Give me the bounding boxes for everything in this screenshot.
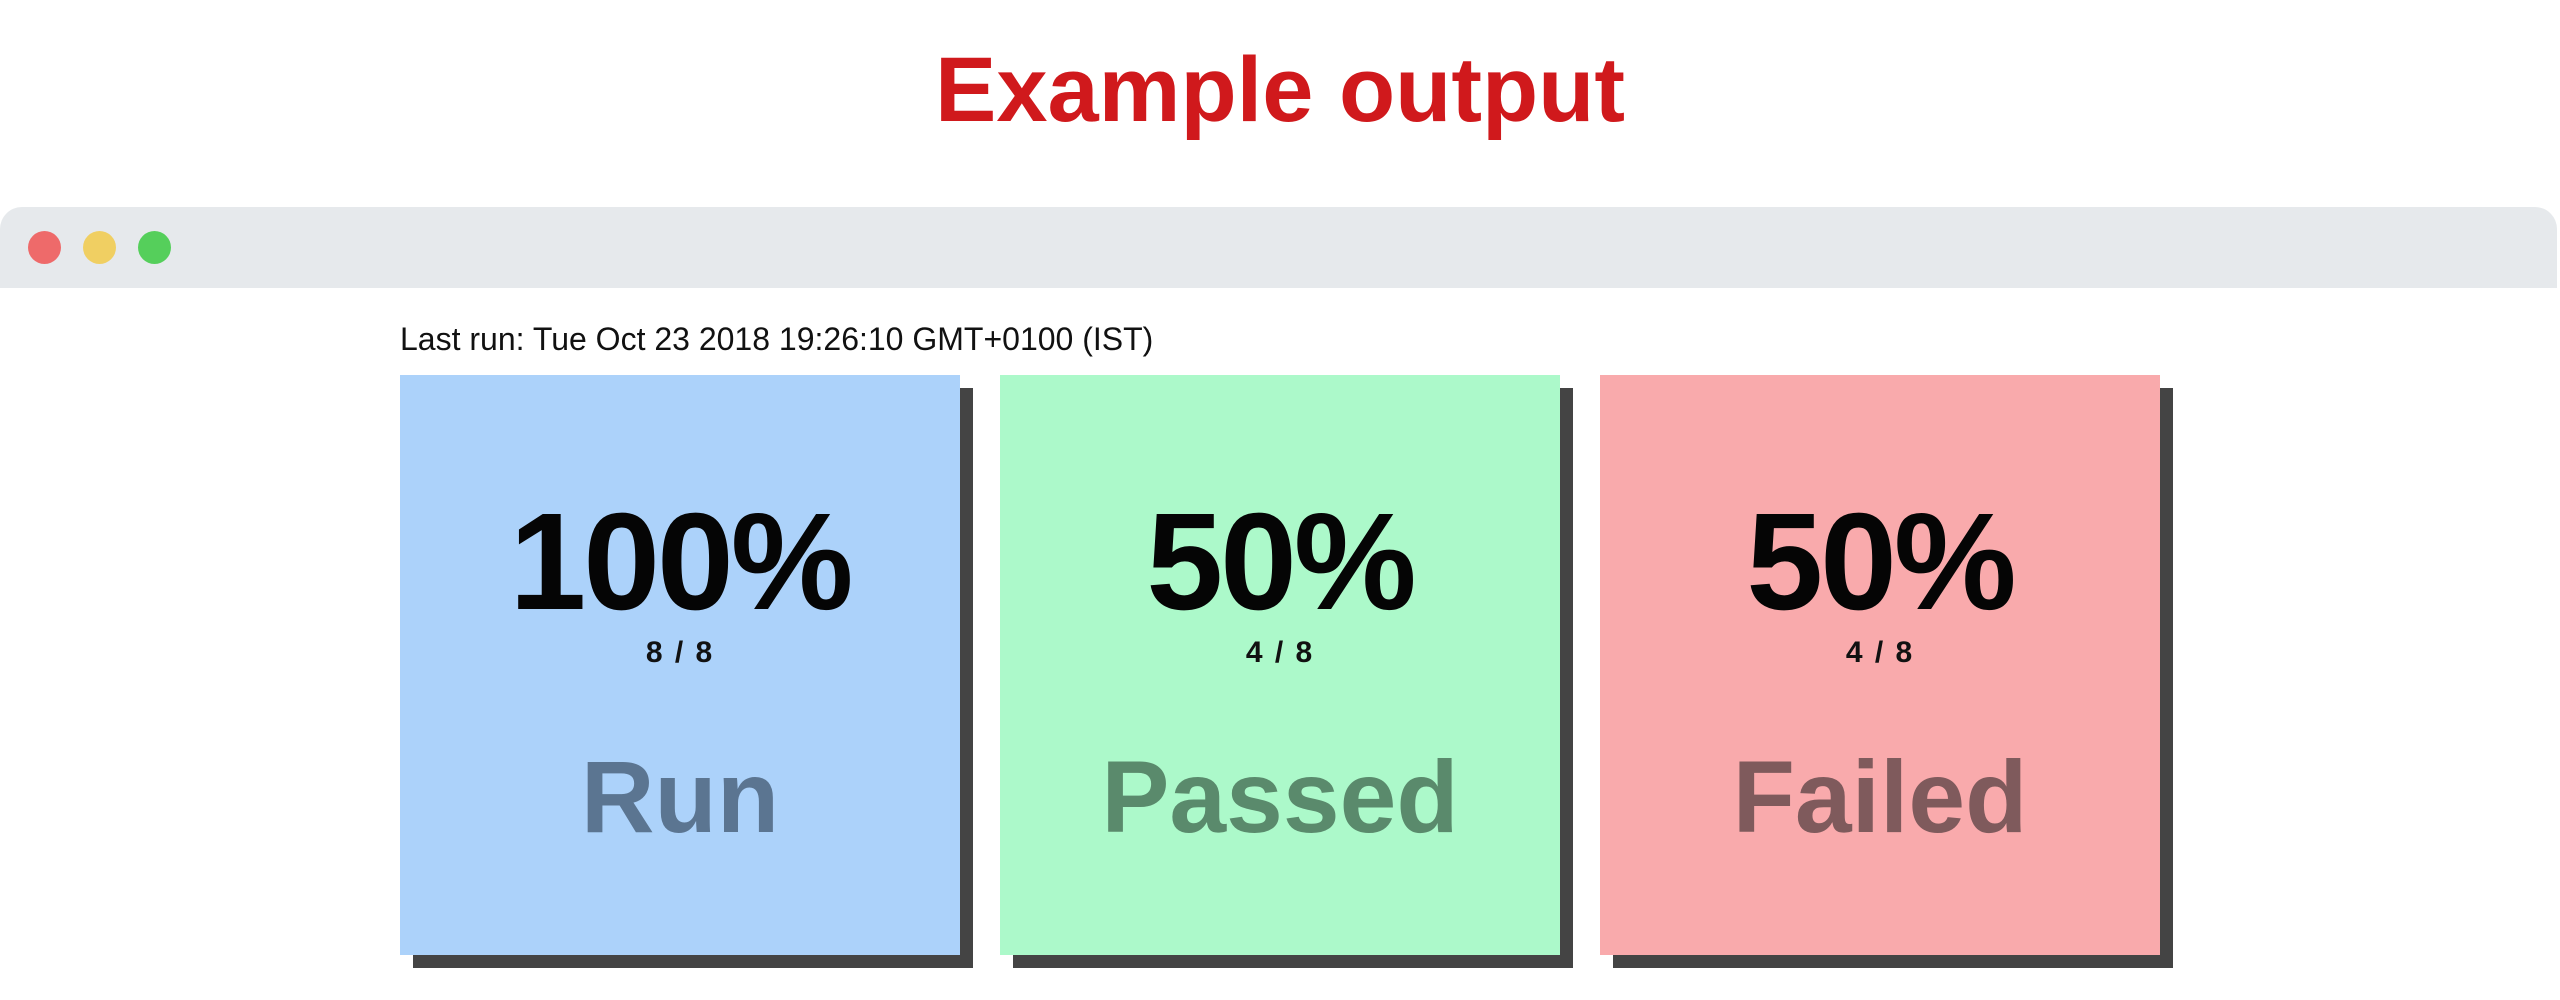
window-titlebar bbox=[0, 207, 2557, 288]
failed-label: Failed bbox=[1732, 740, 2028, 854]
run-label: Run bbox=[580, 740, 780, 854]
page: Example output Last run: Tue Oct 23 2018… bbox=[0, 0, 2560, 1000]
zoom-window-icon[interactable] bbox=[138, 231, 171, 264]
last-run-text: Last run: Tue Oct 23 2018 19:26:10 GMT+0… bbox=[400, 321, 1154, 357]
failed-card: 50% 4 / 8 Failed bbox=[1600, 375, 2160, 955]
browser-window: Last run: Tue Oct 23 2018 19:26:10 GMT+0… bbox=[0, 207, 2560, 1000]
minimize-window-icon[interactable] bbox=[83, 231, 116, 264]
failed-percent: 50% bbox=[1746, 485, 2016, 639]
close-window-icon[interactable] bbox=[28, 231, 61, 264]
run-card: 100% 8 / 8 Run bbox=[400, 375, 960, 955]
passed-card: 50% 4 / 8 Passed bbox=[1000, 375, 1560, 955]
failed-count: 4 / 8 bbox=[1845, 636, 1915, 669]
example-output-heading: Example output bbox=[934, 39, 1626, 141]
passed-percent: 50% bbox=[1146, 485, 1416, 639]
passed-label: Passed bbox=[1101, 740, 1459, 854]
run-percent: 100% bbox=[509, 485, 854, 639]
passed-count: 4 / 8 bbox=[1245, 636, 1315, 669]
run-count: 8 / 8 bbox=[645, 636, 715, 669]
